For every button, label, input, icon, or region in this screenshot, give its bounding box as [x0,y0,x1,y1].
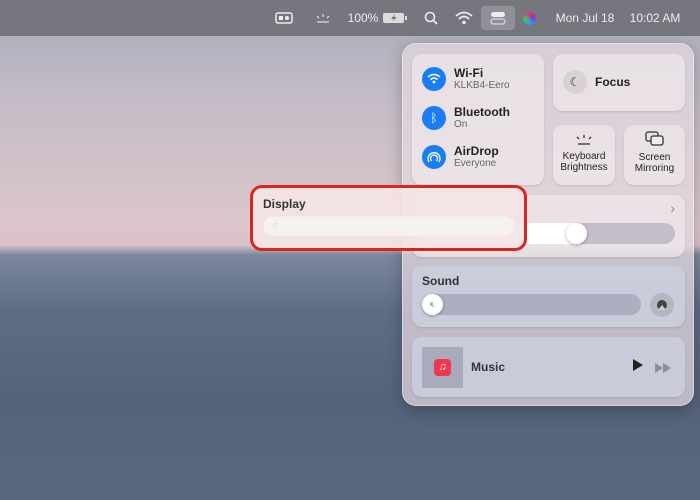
airdrop-icon [422,144,446,169]
menu-time[interactable]: 10:02 AM [622,0,688,36]
wifi-menu-icon[interactable] [454,0,474,36]
slider-knob[interactable] [566,223,587,244]
menu-date[interactable]: Mon Jul 18 [550,0,620,36]
keyboard-brightness-icon [553,133,615,151]
sun-icon: ☼ [271,219,280,229]
bluetooth-status: On [454,119,468,130]
keyboard-label-1: Keyboard [562,151,606,162]
focus-label: Focus [595,75,631,89]
spotlight-search-icon[interactable] [422,0,440,36]
play-icon[interactable] [632,358,644,377]
display-label: Display [263,197,306,211]
sound-tile: Sound 🔇︎ [412,266,685,327]
mirroring-label-1: Screen [638,152,671,163]
airplay-audio-icon[interactable] [650,293,674,317]
keyboard-brightness-menu-icon[interactable] [312,0,334,36]
speaker-muted-icon[interactable]: 🔇︎ [422,294,443,315]
keyboard-label-2: Brightness [560,162,608,173]
airdrop-toggle[interactable]: AirDrop Everyone [422,144,499,169]
fast-forward-icon[interactable] [654,360,672,378]
control-center-menu-icon[interactable] [481,6,515,30]
connectivity-tile: Wi-Fi KLKB4-Eero ᛒ Bluetooth On AirDrop Eve… [412,54,544,185]
volume-slider[interactable]: 🔇︎ [422,294,641,315]
screen-mirroring-tile[interactable]: Screen Mirroring [624,125,685,185]
mirroring-label-2: Mirroring [634,163,675,174]
bluetooth-toggle[interactable]: ᛒ Bluetooth On [422,105,510,130]
music-label: Music [471,360,506,374]
siri-icon[interactable] [520,0,538,36]
focus-tile[interactable]: ☾ Focus [553,54,685,111]
battery-charging-icon[interactable] [381,0,409,36]
display-menu-icon[interactable] [274,0,294,36]
sound-label: Sound [422,274,460,288]
screen-mirroring-icon [624,131,685,152]
wifi-network: KLKB4-Eero [454,80,510,91]
wifi-icon [422,66,446,91]
airdrop-status: Everyone [454,158,497,169]
keyboard-brightness-tile[interactable]: Keyboard Brightness [553,125,615,185]
display-highlight-callout: Display ☼ [250,185,527,251]
album-artwork: ♫ [422,347,463,388]
music-tile: ♫ Music [412,337,685,397]
menu-bar: 100% Mon Jul 18 10:02 AM [0,0,700,36]
chevron-right-icon[interactable]: › [670,200,675,216]
bluetooth-icon: ᛒ [422,105,446,130]
display-slider-highlight[interactable]: ☼ [263,216,515,236]
music-app-icon: ♫ [434,359,451,376]
battery-percent: 100% [347,11,379,25]
airdrop-label: AirDrop [454,144,499,158]
wifi-toggle[interactable]: Wi-Fi KLKB4-Eero [422,66,510,91]
wifi-label: Wi-Fi [454,66,484,80]
moon-icon: ☾ [563,70,587,94]
bluetooth-label: Bluetooth [454,105,510,119]
